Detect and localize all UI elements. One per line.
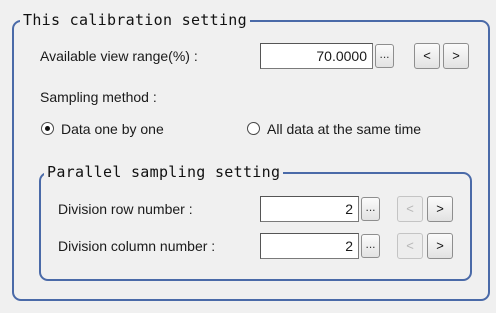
radio-all-data-same-time[interactable] bbox=[247, 122, 260, 135]
division-row-field[interactable]: 2 bbox=[260, 196, 359, 222]
view-range-label: Available view range(%) : bbox=[40, 48, 198, 64]
radio-data-one-by-one[interactable] bbox=[41, 122, 54, 135]
division-row-decrement-button[interactable]: < bbox=[397, 196, 423, 222]
division-row-label: Division row number : bbox=[58, 201, 193, 217]
division-row-increment-button[interactable]: > bbox=[427, 196, 453, 222]
view-range-decrement-button[interactable]: < bbox=[414, 43, 440, 69]
division-column-decrement-button[interactable]: < bbox=[397, 233, 423, 259]
sampling-method-label: Sampling method : bbox=[40, 89, 157, 105]
calibration-setting-title: This calibration setting bbox=[20, 11, 250, 29]
division-column-ellipsis-button[interactable]: ... bbox=[361, 234, 380, 258]
view-range-field[interactable]: 70.0000 bbox=[260, 43, 373, 69]
parallel-sampling-group bbox=[39, 172, 472, 281]
division-column-field[interactable]: 2 bbox=[260, 233, 359, 259]
radio-all-data-same-time-label[interactable]: All data at the same time bbox=[267, 120, 421, 138]
division-column-label: Division column number : bbox=[58, 238, 216, 254]
division-row-ellipsis-button[interactable]: ... bbox=[361, 197, 380, 221]
parallel-sampling-title: Parallel sampling setting bbox=[44, 163, 284, 181]
division-column-increment-button[interactable]: > bbox=[427, 233, 453, 259]
view-range-ellipsis-button[interactable]: ... bbox=[375, 44, 394, 68]
view-range-increment-button[interactable]: > bbox=[443, 43, 469, 69]
radio-data-one-by-one-label[interactable]: Data one by one bbox=[61, 120, 164, 138]
